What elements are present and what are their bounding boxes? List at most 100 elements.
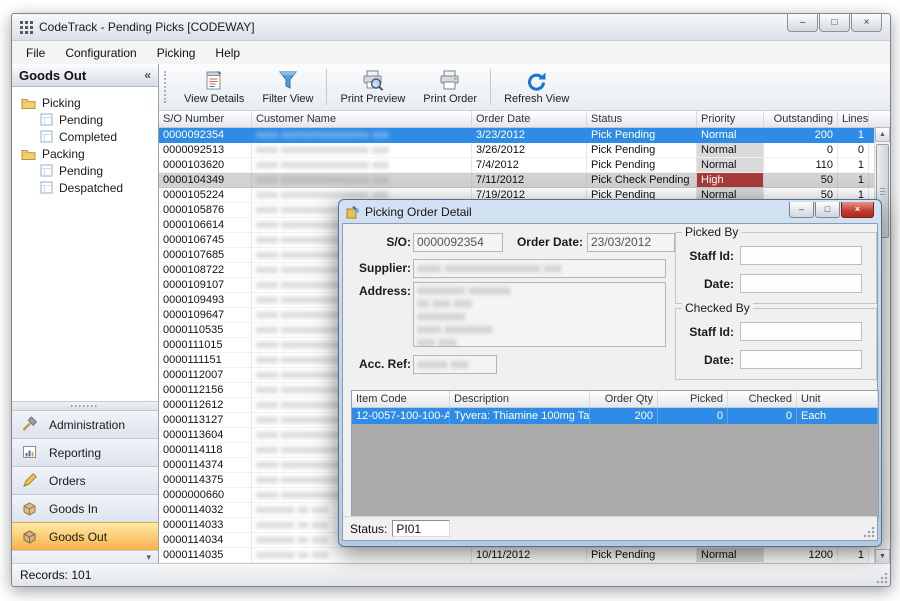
nav-orders[interactable]: Orders <box>12 466 158 494</box>
view-details-button[interactable]: View Details <box>175 64 253 110</box>
scroll-down-icon[interactable]: ▼ <box>875 549 890 564</box>
dialog-close-button[interactable]: × <box>841 202 874 218</box>
picking-order-detail-dialog: Picking Order Detail – □ × S/O: 00000923… <box>338 199 882 547</box>
cell-item-code: 12-0057-100-100-AUD <box>352 408 450 424</box>
order-date-label: Order Date: <box>501 235 583 249</box>
order-row[interactable]: 0000103620xxxx xxxxxxxxxxxxxxxx xxx7/4/2… <box>159 158 890 173</box>
order-row[interactable]: 0000092354xxxx xxxxxxxxxxxxxxxx xxx3/23/… <box>159 128 890 143</box>
checked-staff-field[interactable] <box>740 322 862 341</box>
col-outstanding[interactable]: Outstanding <box>764 111 838 127</box>
address-lines: xxxxxxxx xxxxxxxxx xxx xxxxxxxxxxxxxxx x… <box>417 283 510 347</box>
title-bar[interactable]: CodeTrack - Pending Picks [CODEWAY] – □ … <box>12 14 890 41</box>
supplier-label: Supplier: <box>351 261 411 275</box>
print-preview-button[interactable]: Print Preview <box>331 64 414 110</box>
cell-so-number: 0000109647 <box>159 308 252 323</box>
cell-so-number: 0000114034 <box>159 533 252 548</box>
col-item-code[interactable]: Item Code <box>352 391 450 407</box>
menu-picking[interactable]: Picking <box>147 43 206 63</box>
cell-order-qty: 200 <box>590 408 658 424</box>
dialog-resize-grip[interactable] <box>864 527 875 538</box>
cell-so-number: 0000113127 <box>159 413 252 428</box>
cell-so-number: 0000114375 <box>159 473 252 488</box>
maximize-button[interactable]: □ <box>819 14 850 32</box>
filter-view-button[interactable]: Filter View <box>253 64 322 110</box>
cell-order-date: 3/23/2012 <box>472 128 587 143</box>
col-order-qty[interactable]: Order Qty <box>590 391 658 407</box>
order-row[interactable]: 0000104349xxxx xxxxxxxxxxxxxxxx xxx7/11/… <box>159 173 890 188</box>
cell-outstanding: 1200 <box>764 548 838 563</box>
nav-goods-out[interactable]: Goods Out <box>12 522 158 550</box>
col-description[interactable]: Description <box>450 391 590 407</box>
cell-so-number: 0000106614 <box>159 218 252 233</box>
toolbar-label: Print Order <box>423 93 477 105</box>
picked-by-title: Picked By <box>682 225 741 239</box>
picked-staff-field[interactable] <box>740 246 862 265</box>
dialog-maximize-button[interactable]: □ <box>815 202 840 218</box>
tree-label: Picking <box>42 96 81 110</box>
cell-customer: xxxxxxx xx xxx <box>252 548 472 563</box>
cell-so-number: 0000112156 <box>159 383 252 398</box>
col-picked[interactable]: Picked <box>658 391 728 407</box>
menu-bar: File Configuration Picking Help <box>12 41 890 66</box>
form-icon <box>40 113 53 126</box>
item-row[interactable]: 12-0057-100-100-AUDTyvera: Thiamine 100m… <box>352 408 878 424</box>
address-label: Address: <box>351 284 411 298</box>
close-button[interactable]: × <box>851 14 882 32</box>
supplier-field[interactable]: xxxx xxxxxxxxxxxxxxxx xxx <box>413 259 666 278</box>
refresh-icon <box>525 70 549 92</box>
col-customer-name[interactable]: Customer Name <box>252 111 472 127</box>
acc-ref-field[interactable]: xxxxx xxx <box>413 355 497 374</box>
dialog-status-value: PI01 <box>392 520 450 537</box>
collapse-chevron-icon[interactable]: « <box>144 68 151 82</box>
resize-grip[interactable] <box>877 573 888 584</box>
col-order-date[interactable]: Order Date <box>472 111 587 127</box>
menu-file[interactable]: File <box>16 43 55 63</box>
nav-overflow-strip[interactable]: ▾ <box>12 550 158 564</box>
picked-date-field[interactable] <box>740 274 862 293</box>
navigation-tree: Picking Pending Completed Packing <box>12 87 158 401</box>
col-status[interactable]: Status <box>587 111 697 127</box>
refresh-view-button[interactable]: Refresh View <box>495 64 578 110</box>
checked-by-title: Checked By <box>682 301 753 315</box>
cell-lines: 1 <box>838 158 869 173</box>
checked-date-field[interactable] <box>740 350 862 369</box>
scroll-up-icon[interactable]: ▲ <box>875 127 890 142</box>
nav-administration[interactable]: Administration <box>12 410 158 438</box>
cell-so-number: 0000111151 <box>159 353 252 368</box>
menu-configuration[interactable]: Configuration <box>55 43 146 63</box>
nav-label: Goods In <box>49 502 98 516</box>
cell-lines: 0 <box>838 143 869 158</box>
tree-item-picking-completed[interactable]: Completed <box>16 128 154 145</box>
print-order-button[interactable]: Print Order <box>414 64 486 110</box>
col-priority[interactable]: Priority <box>697 111 764 127</box>
tree-folder-picking[interactable]: Picking <box>16 94 154 111</box>
order-row[interactable]: 0000114035xxxxxxx xx xxx10/11/2012Pick P… <box>159 548 890 563</box>
menu-help[interactable]: Help <box>205 43 250 63</box>
pencil-icon <box>21 472 38 489</box>
tree-item-packing-pending[interactable]: Pending <box>16 162 154 179</box>
nav-reporting[interactable]: Reporting <box>12 438 158 466</box>
chevron-down-icon[interactable]: ▾ <box>146 552 151 562</box>
address-field[interactable]: xxxxxxxx xxxxxxxxx xxx xxxxxxxxxxxxxxx x… <box>413 282 666 347</box>
col-so-number[interactable]: S/O Number <box>159 111 252 127</box>
order-row[interactable]: 0000092513xxxx xxxxxxxxxxxxxxxx xxx3/26/… <box>159 143 890 158</box>
cell-outstanding: 50 <box>764 173 838 188</box>
dialog-minimize-button[interactable]: – <box>789 202 814 218</box>
col-checked[interactable]: Checked <box>728 391 797 407</box>
cell-status: Pick Pending <box>587 128 697 143</box>
col-lines[interactable]: Lines <box>838 111 869 127</box>
dialog-title-bar[interactable]: Picking Order Detail – □ × <box>342 200 878 223</box>
tree-item-picking-pending[interactable]: Pending <box>16 111 154 128</box>
tree-item-packing-despatched[interactable]: Despatched <box>16 179 154 196</box>
nav-label: Goods Out <box>49 530 107 544</box>
so-field[interactable]: 0000092354 <box>413 233 503 252</box>
tree-folder-packing[interactable]: Packing <box>16 145 154 162</box>
minimize-button[interactable]: – <box>787 14 818 32</box>
nav-label: Reporting <box>49 446 101 460</box>
checked-date-label: Date: <box>676 353 734 367</box>
sidebar-splitter[interactable] <box>12 401 158 410</box>
nav-goods-in[interactable]: Goods In <box>12 494 158 522</box>
dialog-status-bar: Status: PI01 <box>343 516 877 540</box>
col-unit[interactable]: Unit <box>797 391 878 407</box>
order-date-field[interactable]: 23/03/2012 <box>587 233 675 252</box>
